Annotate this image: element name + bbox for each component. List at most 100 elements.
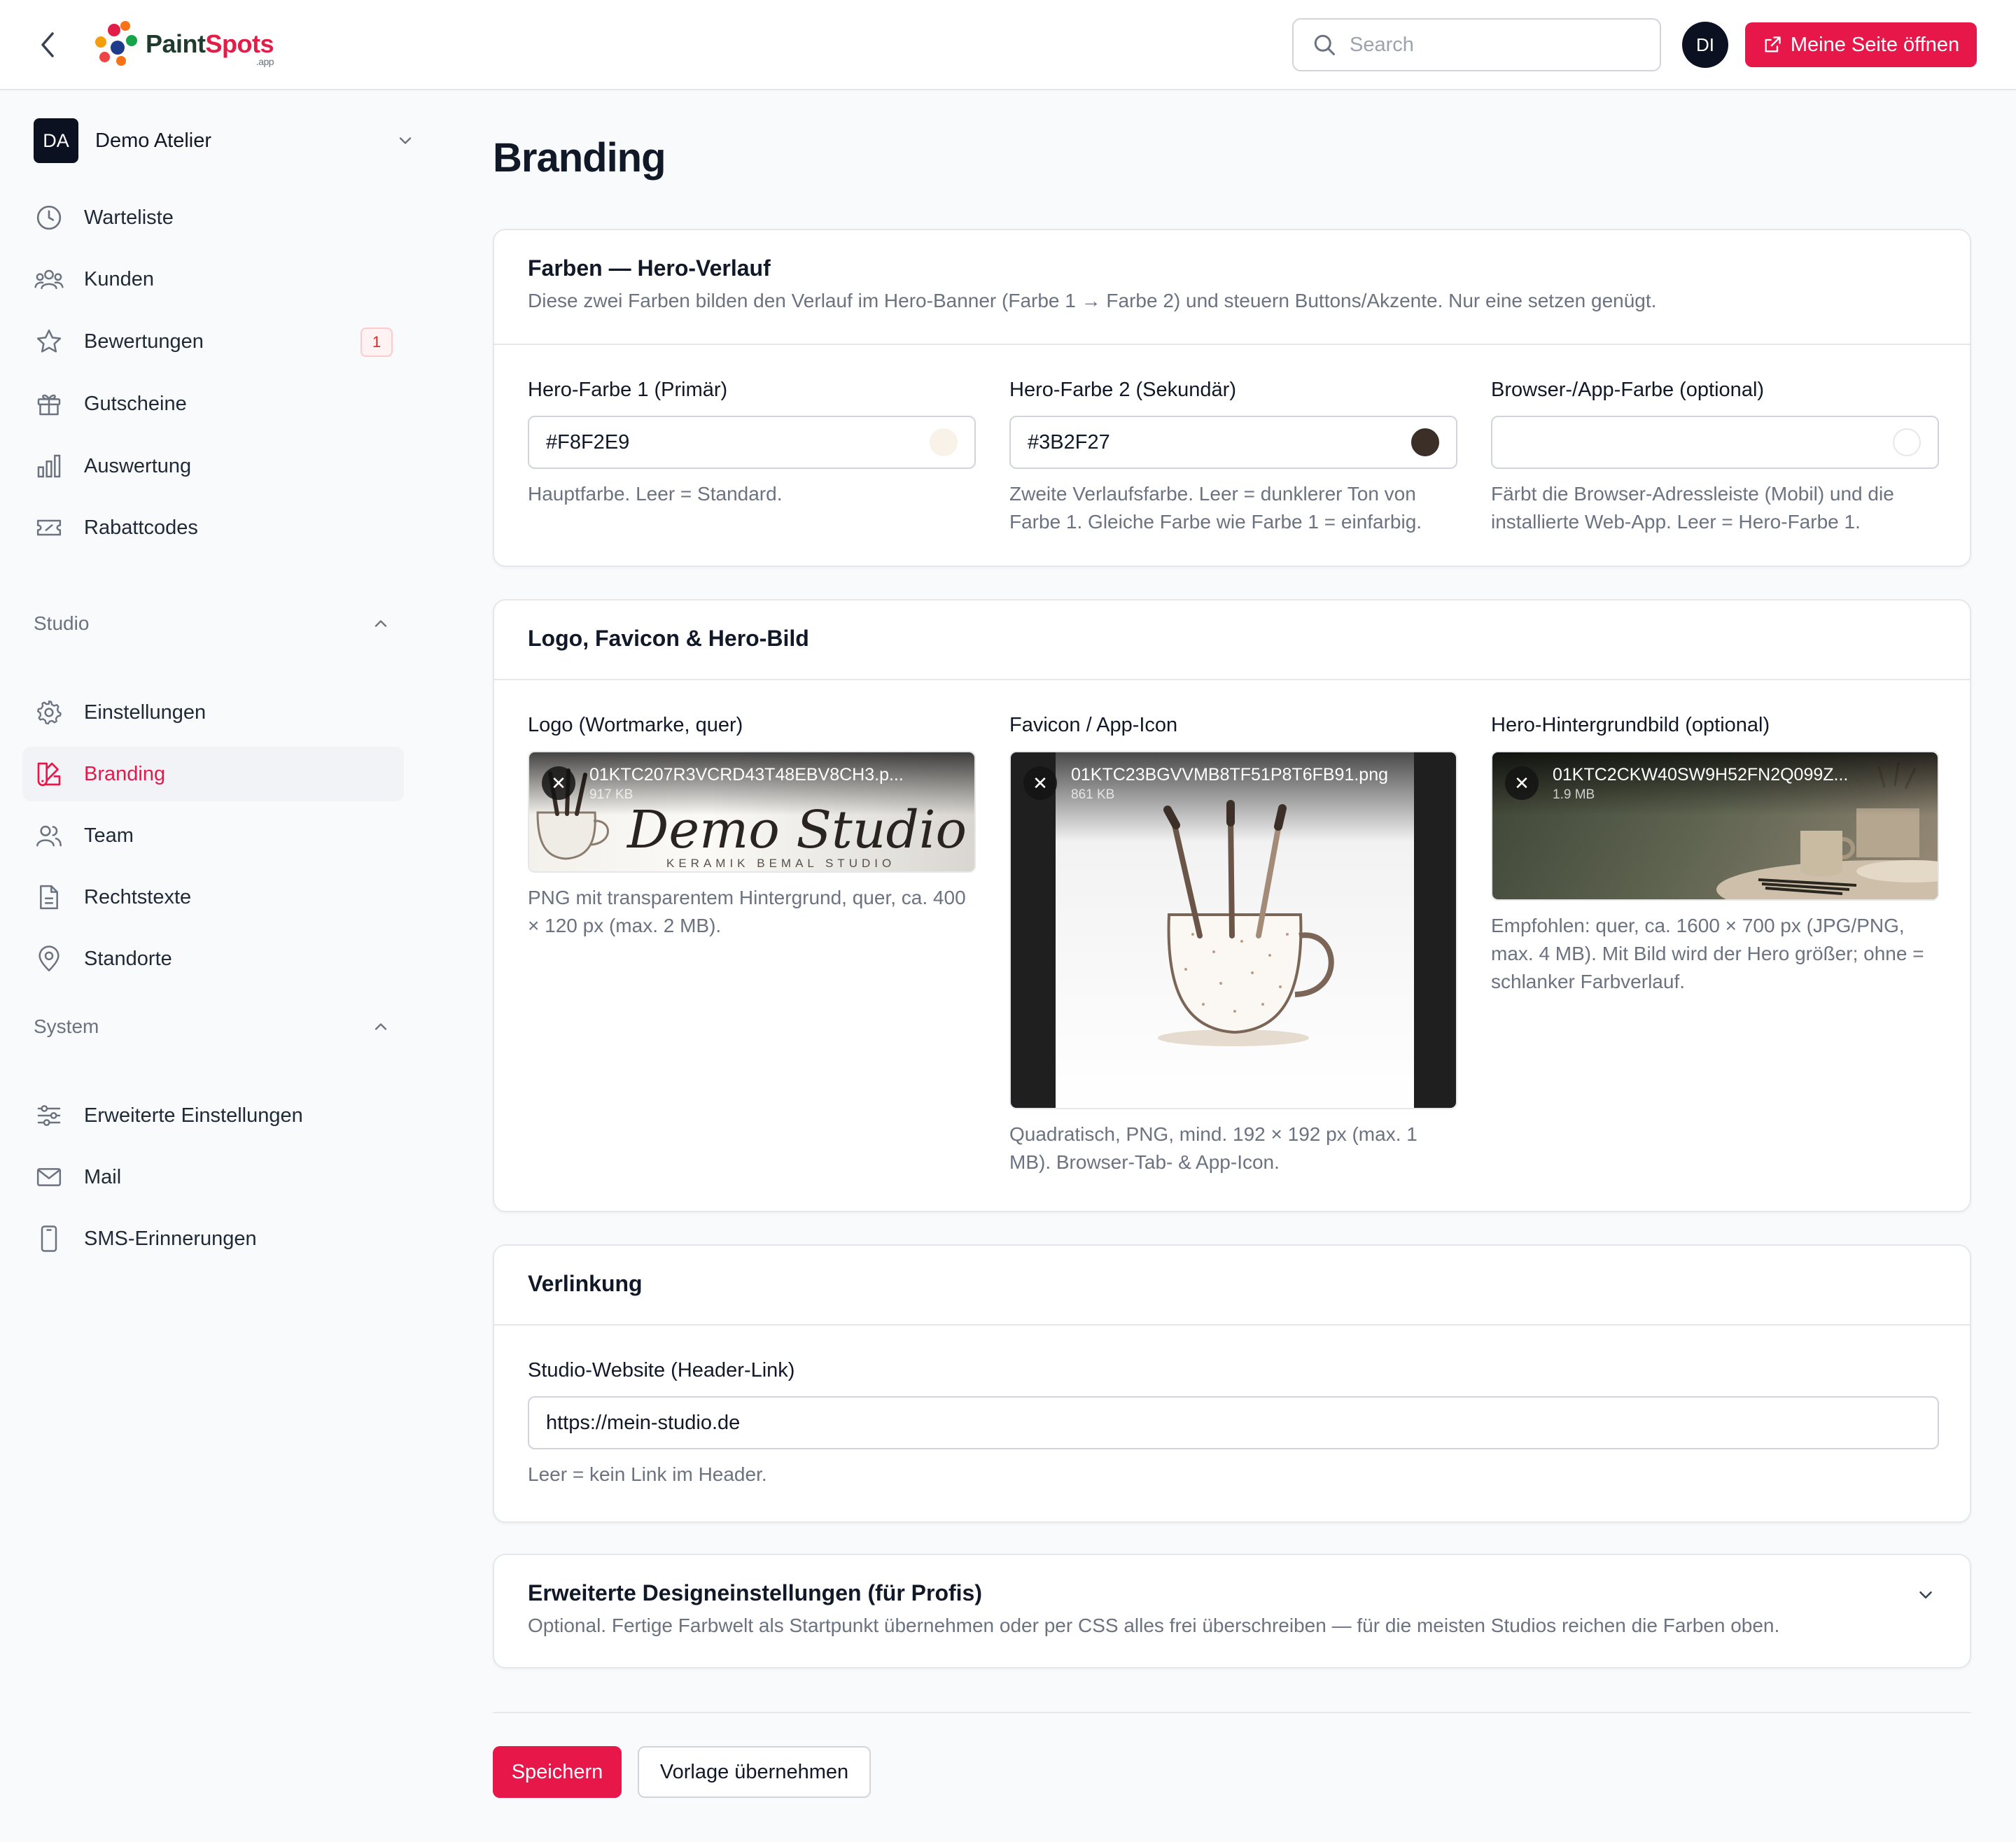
favicon-image [1056,752,1414,1108]
open-site-button[interactable]: Meine Seite öffnen [1745,22,1977,67]
paint-spots-icon [91,21,140,67]
search-icon [1314,34,1335,55]
brand-wordmark-spots: Spots [205,29,274,58]
logo-field: Logo (Wortmarke, quer) Demo Studio KERAM… [528,714,976,940]
sidebar-item-einstellungen[interactable]: Einstellungen [22,685,404,740]
website-field: Studio-Website (Header-Link) https://mei… [528,1359,1939,1489]
sliders-icon [34,1100,64,1131]
favicon-filename: 01KTC23BGVVMB8TF51P8T6FB91.png [1071,765,1389,785]
advanced-design-card[interactable]: Erweiterte Designeinstellungen (für Prof… [493,1554,1971,1668]
field-label: Studio-Website (Header-Link) [528,1359,795,1382]
sidebar-item-auswertung[interactable]: Auswertung [22,439,404,493]
color-swatch[interactable] [1411,428,1439,456]
sidebar: DA Demo Atelier Warteliste Kunden Bewert… [0,92,420,1842]
logo-filesize: 917 KB [589,787,634,802]
colors-card-title: Farben — Hero-Verlauf [528,255,771,281]
sidebar-item-branding[interactable]: Branding [22,747,404,801]
workspace-avatar: DA [34,118,78,163]
favicon-upload-preview[interactable]: ✕ 01KTC23BGVVMB8TF51P8T6FB91.png 861 KB [1009,751,1457,1109]
field-label: Hero-Hintergrundbild (optional) [1491,714,1770,736]
apply-template-button[interactable]: Vorlage übernehmen [638,1746,871,1798]
gift-icon [34,388,64,419]
sidebar-item-label: Rechtstexte [84,885,192,908]
search-input[interactable] [1350,33,1644,57]
brand-logo[interactable]: PaintSpots .app [91,21,274,67]
smartphone-icon [34,1223,64,1254]
swatch-book-icon [34,759,64,789]
document-icon [34,882,64,913]
sidebar-item-warteliste[interactable]: Warteliste [22,190,404,245]
colors-card-header: Farben — Hero-Verlauf Diese zwei Farben … [494,230,1970,345]
sidebar-item-label: Bewertungen [84,330,204,353]
field-label: Favicon / App-Icon [1009,714,1178,736]
colors-card-description: Diese zwei Farben bilden den Verlauf im … [528,290,1657,311]
system-group-header[interactable]: System [34,1013,391,1041]
sidebar-item-erweiterte-einstellungen[interactable]: Erweiterte Einstellungen [22,1088,404,1143]
favicon-filesize: 861 KB [1071,787,1115,802]
favicon-field: Favicon / App-Icon ✕ 01KTC23BGVVMB8TF51P… [1009,714,1457,1176]
logo-wordmark-sub: KERAMIK BEMAL STUDIO [666,857,895,870]
remove-hero-button[interactable]: ✕ [1505,766,1539,800]
mail-icon [34,1162,64,1193]
sidebar-item-team[interactable]: Team [22,808,404,863]
color-swatch[interactable] [1893,428,1921,456]
gear-icon [34,697,64,728]
remove-favicon-button[interactable]: ✕ [1023,766,1057,800]
user-avatar[interactable]: DI [1682,22,1728,68]
browser-color-field: Browser-/App-Farbe (optional) Färbt die … [1491,379,1939,536]
search-box[interactable] [1292,18,1661,71]
system-group-title: System [34,1015,99,1037]
sidebar-item-sms-erinnerungen[interactable]: SMS-Erinnerungen [22,1211,404,1266]
images-card-title: Logo, Favicon & Hero-Bild [528,626,809,651]
chevron-down-icon[interactable] [1915,1584,1936,1605]
browser-color-input[interactable] [1491,416,1939,469]
advanced-card-description: Optional. Fertige Farbwelt als Startpunk… [528,1615,1780,1636]
sidebar-item-gutscheine[interactable]: Gutscheine [22,377,404,431]
website-input[interactable]: https://mein-studio.de [528,1396,1939,1449]
close-icon: ✕ [1514,772,1530,794]
sidebar-item-label: Rabattcodes [84,516,198,539]
field-help: Hauptfarbe. Leer = Standard. [528,483,783,505]
chevron-up-icon [374,1023,387,1030]
field-help: Leer = kein Link im Header. [528,1463,767,1485]
page-title: Branding [493,135,666,181]
hero-image-field: Hero-Hintergrundbild (optional) ✕ 01KTC2… [1491,714,1939,996]
sidebar-item-mail[interactable]: Mail [22,1150,404,1204]
link-card-header: Verlinkung [494,1246,1970,1326]
hero-color-2-field: Hero-Farbe 2 (Sekundär) #3B2F27 Zweite V… [1009,379,1457,536]
chevron-down-icon [399,137,412,144]
studio-group-title: Studio [34,612,90,634]
hero-color-2-input[interactable]: #3B2F27 [1009,416,1457,469]
field-label: Hero-Farbe 1 (Primär) [528,379,728,401]
link-card-title: Verlinkung [528,1271,643,1296]
field-help: Empfohlen: quer, ca. 1600 × 700 px (JPG/… [1491,915,1924,992]
color-swatch[interactable] [930,428,958,456]
sidebar-item-bewertungen[interactable]: Bewertungen 1 [22,314,404,369]
hero-upload-preview[interactable]: ✕ 01KTC2CKW40SW9H52FN2Q099Z... 1.9 MB [1491,751,1939,901]
hero-color-1-input[interactable]: #F8F2E9 [528,416,976,469]
sidebar-item-rabattcodes[interactable]: Rabattcodes [22,500,404,555]
sidebar-item-kunden[interactable]: Kunden [22,252,404,307]
logo-filename: 01KTC207R3VCRD43T48EBV8CH3.p... [589,765,904,785]
field-label: Browser-/App-Farbe (optional) [1491,379,1765,401]
sidebar-item-label: Team [84,824,134,847]
brand-wordmark: PaintSpots .app [146,29,274,67]
sidebar-item-label: Kunden [84,267,154,290]
sidebar-item-label: Erweiterte Einstellungen [84,1104,303,1127]
field-help: Quadratisch, PNG, mind. 192 × 192 px (ma… [1009,1123,1418,1173]
field-label: Hero-Farbe 2 (Sekundär) [1009,379,1236,401]
save-button[interactable]: Speichern [493,1746,622,1798]
colors-card: Farben — Hero-Verlauf Diese zwei Farben … [493,229,1971,567]
sidebar-item-label: SMS-Erinnerungen [84,1227,257,1250]
back-button[interactable] [32,28,63,62]
remove-logo-button[interactable]: ✕ [542,766,575,800]
logo-upload-preview[interactable]: Demo Studio KERAMIK BEMAL STUDIO ✕ 01KTC… [528,751,976,873]
sidebar-item-label: Warteliste [84,206,174,229]
chevron-up-icon [374,620,387,627]
workspace-switcher[interactable]: DA Demo Atelier [34,118,415,163]
sidebar-item-standorte[interactable]: Standorte [22,931,404,986]
sidebar-item-rechtstexte[interactable]: Rechtstexte [22,870,404,924]
studio-group-header[interactable]: Studio [34,610,391,638]
color-value: #3B2F27 [1028,430,1110,454]
star-icon [34,326,64,357]
